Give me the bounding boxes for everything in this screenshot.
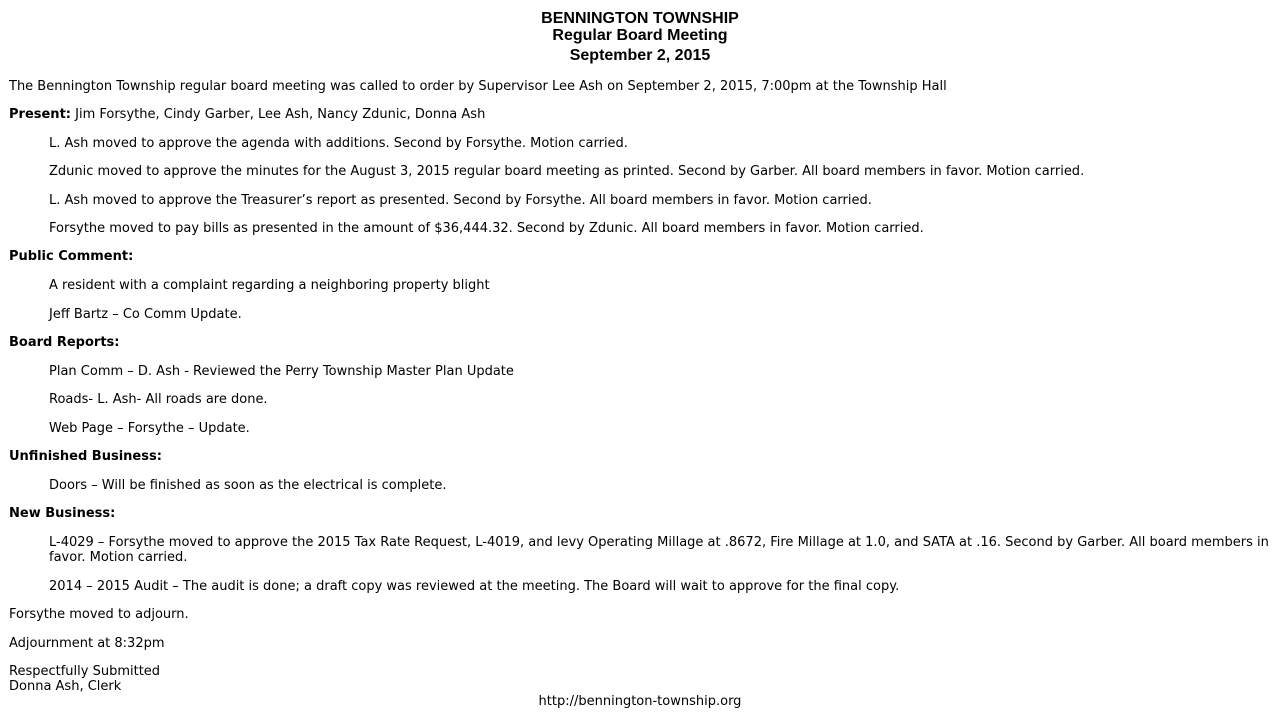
adjourn-motion: Forsythe moved to adjourn. <box>9 607 189 622</box>
board-report-item: Roads- L. Ash- All roads are done. <box>49 392 268 407</box>
meeting-title: Regular Board Meeting <box>552 27 728 44</box>
motion-treasurer-report: L. Ash moved to approve the Treasurer’s … <box>49 193 872 208</box>
intro-paragraph: The Bennington Township regular board me… <box>9 79 947 94</box>
footer-url-link[interactable]: http://bennington-township.org <box>0 694 1280 709</box>
meeting-date: September 2, 2015 <box>569 47 711 64</box>
adjournment-time: Adjournment at 8:32pm <box>9 636 165 651</box>
board-report-item: Plan Comm – D. Ash - Reviewed the Perry … <box>49 364 514 379</box>
public-comment-item: A resident with a complaint regarding a … <box>49 278 490 293</box>
present-names: Jim Forsythe, Cindy Garber, Lee Ash, Nan… <box>70 107 486 122</box>
clerk-name: Donna Ash, Clerk <box>9 679 122 694</box>
signoff-line: Respectfully Submitted <box>9 664 161 679</box>
township-title: BENNINGTON TOWNSHIP <box>541 10 739 27</box>
motion-minutes: Zdunic moved to approve the minutes for … <box>49 164 1085 179</box>
unfinished-business-item: Doors – Will be finished as soon as the … <box>49 478 447 493</box>
board-reports-heading: Board Reports: <box>9 335 120 350</box>
motion-pay-bills: Forsythe moved to pay bills as presented… <box>49 221 924 236</box>
new-business-item: 2014 – 2015 Audit – The audit is done; a… <box>49 579 900 594</box>
board-report-item: Web Page – Forsythe – Update. <box>49 421 250 436</box>
new-business-item: L-4029 – Forsythe moved to approve the 2… <box>49 535 1269 565</box>
unfinished-business-heading: Unfinished Business: <box>9 449 162 464</box>
present-line: Present: Jim Forsythe, Cindy Garber, Lee… <box>9 107 485 122</box>
public-comment-item: Jeff Bartz – Co Comm Update. <box>49 307 242 322</box>
signoff-block: Respectfully Submitted Donna Ash, Clerk <box>9 664 160 694</box>
present-label: Present: <box>9 107 71 122</box>
new-business-heading: New Business: <box>9 506 116 521</box>
public-comment-heading: Public Comment: <box>9 249 134 264</box>
motion-agenda: L. Ash moved to approve the agenda with … <box>49 136 628 151</box>
